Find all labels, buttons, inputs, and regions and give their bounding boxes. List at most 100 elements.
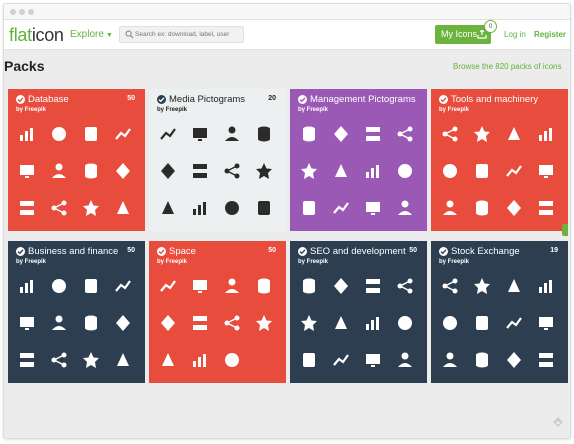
pack-count: 20 <box>268 95 276 102</box>
pack-author: by Freepik <box>157 107 188 113</box>
seo-tag-icon <box>299 350 319 370</box>
spray-gun-icon <box>472 161 492 181</box>
chat-users-icon <box>395 161 415 181</box>
line-chart-icon <box>49 276 69 296</box>
server-stack-alt-icon <box>113 198 133 218</box>
logo-suffix: icon <box>31 25 64 45</box>
search-icon <box>125 30 134 39</box>
world-icon <box>222 198 242 218</box>
saw-icon <box>440 161 460 181</box>
pack-card[interactable]: SEO and development 50 by Freepik <box>290 241 427 383</box>
pack-icon-grid <box>437 122 562 224</box>
checkmark-icon <box>439 95 448 104</box>
pack-icon-grid <box>14 122 139 224</box>
play-icon <box>158 124 178 144</box>
checkmark-icon <box>157 95 166 104</box>
pack-author: by Freepik <box>439 259 470 265</box>
user-icon <box>299 161 319 181</box>
globe-icon <box>81 124 101 144</box>
trophy-user-icon <box>331 198 351 218</box>
login-link[interactable]: Log in <box>504 30 526 39</box>
image-icon <box>190 161 210 181</box>
window-dot-icon <box>10 9 16 15</box>
explore-menu[interactable]: Explore ▼ <box>70 29 113 40</box>
caret-down-icon: ▼ <box>105 32 113 39</box>
pack-author: by Freepik <box>439 107 470 113</box>
space-rover-icon <box>190 313 210 333</box>
pack-count: 50 <box>127 247 135 254</box>
chart-panel-icon <box>17 161 37 181</box>
hierarchy-icon <box>49 161 69 181</box>
monitor-icon <box>254 124 274 144</box>
search-box[interactable] <box>119 26 244 43</box>
checkmark-icon <box>16 247 25 256</box>
pack-title: Media Pictograms <box>169 94 246 105</box>
pack-count: 50 <box>127 95 135 102</box>
network-users-icon <box>49 124 69 144</box>
headphones-icon <box>254 198 274 218</box>
window-dot-icon <box>19 9 25 15</box>
pack-icon-grid <box>296 274 421 376</box>
trend-line-icon <box>113 124 133 144</box>
search-input[interactable] <box>135 28 241 41</box>
pack-count: 19 <box>550 247 558 254</box>
user-money-icon <box>395 124 415 144</box>
pack-card[interactable]: Space 50 by Freepik <box>149 241 286 383</box>
pack-card[interactable]: Database 50 by Freepik <box>8 89 145 231</box>
server-stack-icon <box>81 198 101 218</box>
credit-card-icon <box>440 276 460 296</box>
checkmark-icon <box>298 247 307 256</box>
flaticon-logo[interactable]: flaticon <box>9 25 64 46</box>
pack-card[interactable]: Stock Exchange 19 by Freepik <box>431 241 568 383</box>
settings-sliders-icon <box>395 313 415 333</box>
trophy-icon <box>299 276 319 296</box>
rocket-icon <box>222 313 242 333</box>
pack-title: SEO and development <box>310 246 406 257</box>
necktie-icon <box>113 276 133 296</box>
presentation-icon <box>363 161 383 181</box>
radio-icon <box>190 198 210 218</box>
feedback-side-tab[interactable] <box>562 224 568 236</box>
browser-window-icon <box>299 313 319 333</box>
browse-packs-link[interactable]: Browse the 820 packs of icons <box>453 62 562 71</box>
ticker-tape-icon <box>472 313 492 333</box>
wheelbarrow-icon <box>472 124 492 144</box>
window-chrome <box>4 4 570 20</box>
server-icon <box>113 161 133 181</box>
clapperboard-icon <box>158 161 178 181</box>
planet-icon <box>254 313 274 333</box>
growth-chart-icon <box>81 350 101 370</box>
page-title: Packs <box>4 58 45 74</box>
map-pin-icon <box>395 276 415 296</box>
checkmark-icon <box>298 95 307 104</box>
register-link[interactable]: Register <box>534 30 566 39</box>
hammer-icon <box>504 124 524 144</box>
pack-card[interactable]: Media Pictograms 20 by Freepik <box>149 89 286 231</box>
database-cylinder-icon <box>81 161 101 181</box>
pack-author: by Freepik <box>16 259 47 265</box>
pack-card[interactable]: Business and finance 50 by Freepik <box>8 241 145 383</box>
pack-author: by Freepik <box>298 107 329 113</box>
coin-stack-icon <box>536 276 556 296</box>
video-camera-icon <box>158 198 178 218</box>
caulk-gun-icon <box>472 198 492 218</box>
user-network-icon <box>299 124 319 144</box>
newspaper-icon <box>222 124 242 144</box>
pack-title: Stock Exchange <box>451 246 520 257</box>
lawn-mower-icon <box>536 198 556 218</box>
office-building-icon <box>81 313 101 333</box>
pack-title: Database <box>28 94 69 105</box>
pack-icon-grid <box>14 274 139 376</box>
window-dot-icon <box>28 9 34 15</box>
pack-card[interactable]: Tools and machinery by Freepik <box>431 89 568 231</box>
coffee-cup-icon <box>17 276 37 296</box>
pie-chart-icon <box>536 313 556 333</box>
my-icons-button[interactable]: My Icons <box>435 25 491 44</box>
toolbox-icon <box>440 198 460 218</box>
moon-rover-icon <box>254 276 274 296</box>
my-icons-count-badge: 0 <box>484 20 497 33</box>
checkmark-icon <box>439 247 448 256</box>
businessman-icon <box>331 161 351 181</box>
pack-card[interactable]: Management Pictograms by Freepik <box>290 89 427 231</box>
explore-label: Explore <box>70 29 104 40</box>
